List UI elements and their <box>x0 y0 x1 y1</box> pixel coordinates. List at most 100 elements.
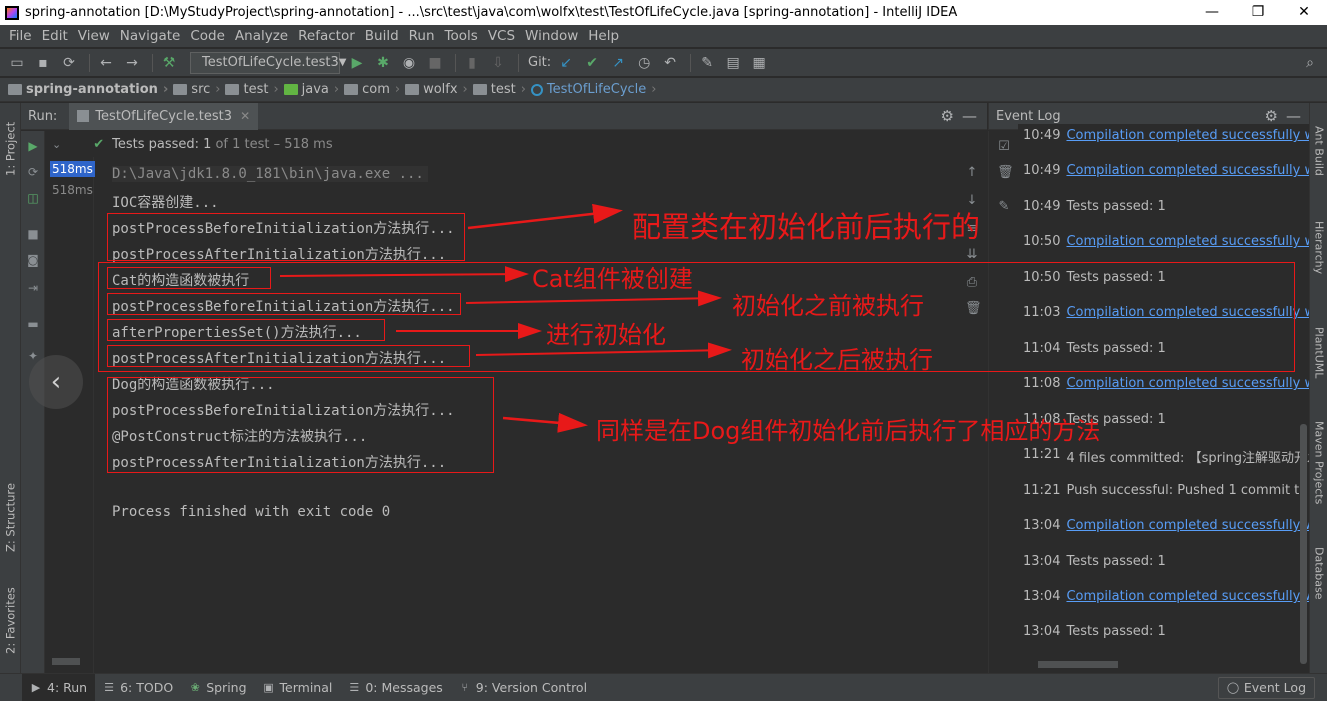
trash-icon[interactable]: 🗑 <box>997 165 1014 180</box>
tab-plantuml[interactable]: PlantUML <box>1310 313 1327 393</box>
bottom-tab-run[interactable]: ▶ 4: Run <box>22 673 96 701</box>
event-log-title: Event Log <box>996 108 1061 124</box>
toggle-auto-test-icon[interactable]: ◫ <box>26 191 40 205</box>
messages-icon: ☰ <box>349 680 360 694</box>
menu-code[interactable]: Code <box>185 28 230 44</box>
breadcrumb-project[interactable]: spring-annotation › <box>8 82 173 97</box>
maximize-button[interactable]: ❐ <box>1235 0 1281 25</box>
bottom-tab-spring[interactable]: ❀ Spring <box>181 674 254 701</box>
vertical-scrollbar[interactable] <box>1300 424 1307 664</box>
git-push-icon[interactable]: ↗ <box>607 52 629 74</box>
tab-hierarchy[interactable]: Hierarchy <box>1310 203 1327 293</box>
back-arrow-icon[interactable]: ← <box>95 52 117 74</box>
run-icon[interactable]: ▶ <box>346 52 368 74</box>
tab-ant-build[interactable]: Ant Build <box>1310 111 1327 191</box>
settings-wrench-icon[interactable]: ✎ <box>997 199 1011 214</box>
settings-wrench-icon[interactable]: ✎ <box>696 52 718 74</box>
menu-bar: File Edit View Navigate Code Analyze Ref… <box>0 25 1327 47</box>
menu-refactor[interactable]: Refactor <box>293 28 360 44</box>
folder-icon <box>8 84 22 95</box>
sdk-icon[interactable]: ▦ <box>748 52 770 74</box>
toolbar-separator <box>518 53 519 72</box>
annotation-box-dog-group <box>107 377 494 473</box>
gear-icon[interactable]: ⚙ <box>941 107 954 125</box>
tab-maven-projects[interactable]: Maven Projects <box>1310 408 1327 518</box>
breadcrumb-java[interactable]: java › <box>283 82 344 97</box>
menu-build[interactable]: Build <box>360 28 404 44</box>
debug-bug-icon[interactable]: ✱ <box>372 52 394 74</box>
bottom-tab-event-log[interactable]: ◯ Event Log <box>1217 676 1315 699</box>
bottom-tab-version-control[interactable]: ⑂ 9: Version Control <box>451 674 595 701</box>
toolbar-separator <box>455 53 456 72</box>
hide-panel-icon[interactable]: — <box>1286 107 1301 125</box>
hide-panel-icon[interactable]: — <box>962 107 977 125</box>
tab-structure[interactable]: Z: Structure <box>0 473 21 563</box>
menu-analyze[interactable]: Analyze <box>230 28 293 44</box>
mark-all-read-icon[interactable]: ☑ <box>997 139 1011 154</box>
event-log-entry: 13:04 Compilation completed successfully … <box>1023 518 1309 533</box>
rerun-icon[interactable]: ▶ <box>26 139 40 153</box>
breadcrumb-class[interactable]: TestOfLifeCycle › <box>530 82 662 97</box>
open-folder-icon[interactable]: ▭ <box>6 52 28 74</box>
git-revert-icon[interactable]: ↶ <box>659 52 681 74</box>
menu-window[interactable]: Window <box>520 28 583 44</box>
close-icon[interactable]: ✕ <box>240 109 250 123</box>
tab-database[interactable]: Database <box>1310 533 1327 613</box>
breadcrumb-test-pkg[interactable]: test › <box>472 82 531 97</box>
bottom-tab-messages[interactable]: ☰ 0: Messages <box>340 674 450 701</box>
bottom-tab-terminal[interactable]: ▣ Terminal <box>255 674 341 701</box>
folder-icon <box>225 84 240 95</box>
menu-edit[interactable]: Edit <box>37 28 73 44</box>
test-tree: 518ms 518ms <box>46 157 95 673</box>
test-tab-icon <box>77 110 90 122</box>
layout-icon[interactable]: ▬ <box>26 317 40 331</box>
breadcrumb-src[interactable]: src › <box>173 82 225 97</box>
run-tab[interactable]: TestOfLifeCycle.test3 ✕ <box>69 102 259 130</box>
run-configuration-select[interactable]: TestOfLifeCycle.test3 ▼ <box>190 51 346 74</box>
breadcrumb-test[interactable]: test › <box>225 82 283 97</box>
test-tree-time[interactable]: 518ms <box>52 183 93 197</box>
git-update-arrow-icon[interactable]: ↙ <box>555 52 577 74</box>
chevron-down-icon[interactable]: ⌄ <box>52 138 61 151</box>
forward-arrow-icon[interactable]: → <box>121 52 143 74</box>
menu-file[interactable]: File <box>4 28 37 44</box>
sync-icon[interactable]: ⟳ <box>58 52 80 74</box>
menu-navigate[interactable]: Navigate <box>115 28 186 44</box>
tab-project[interactable]: 1: Project <box>0 113 21 185</box>
tab-favorites[interactable]: 2: Favorites <box>0 578 21 663</box>
scroll-to-end-icon[interactable]: ⇊ <box>965 247 979 262</box>
coverage-icon[interactable]: ◉ <box>398 52 420 74</box>
left-tool-strip: 1: Project Z: Structure 2: Favorites <box>0 103 21 673</box>
test-tree-time-selected[interactable]: 518ms <box>50 161 95 177</box>
annotation-do-init-text: 进行初始化 <box>546 321 666 349</box>
camera-icon[interactable]: ◙ <box>26 253 40 267</box>
close-button[interactable]: ✕ <box>1281 0 1327 25</box>
horizontal-scrollbar[interactable] <box>1038 661 1118 668</box>
rerun-failed-icon[interactable]: ⟳ <box>26 165 40 179</box>
horizontal-scrollbar[interactable] <box>52 658 80 665</box>
git-commit-check-icon[interactable]: ✔ <box>581 52 603 74</box>
chevron-left-icon[interactable]: ‹ <box>29 355 83 409</box>
breadcrumb-wolfx[interactable]: wolfx › <box>405 82 473 97</box>
vcs-update-icon[interactable]: ▮ <box>461 52 483 74</box>
menu-view[interactable]: View <box>73 28 115 44</box>
breadcrumb-com[interactable]: com › <box>344 82 405 97</box>
menu-help[interactable]: Help <box>583 28 624 44</box>
search-icon[interactable]: ⌕ <box>1299 52 1321 74</box>
menu-vcs[interactable]: VCS <box>483 28 520 44</box>
stop-icon[interactable]: ■ <box>424 52 446 74</box>
git-history-clock-icon[interactable]: ◷ <box>633 52 655 74</box>
save-icon[interactable]: ▪ <box>32 52 54 74</box>
menu-run[interactable]: Run <box>404 28 440 44</box>
import-icon[interactable]: ⇥ <box>26 281 40 295</box>
scroll-up-icon[interactable]: ↑ <box>965 165 979 180</box>
stop-icon[interactable]: ■ <box>26 227 40 241</box>
menu-tools[interactable]: Tools <box>440 28 483 44</box>
build-hammer-icon[interactable]: ⚒ <box>158 52 180 74</box>
gear-icon[interactable]: ⚙ <box>1265 107 1278 125</box>
minimize-button[interactable]: — <box>1189 0 1235 25</box>
vcs-download-icon[interactable]: ⇩ <box>487 52 509 74</box>
annotation-before-init-text: 初始化之前被执行 <box>732 292 924 320</box>
bottom-tab-todo[interactable]: ☰ 6: TODO <box>95 674 181 701</box>
project-structure-icon[interactable]: ▤ <box>722 52 744 74</box>
